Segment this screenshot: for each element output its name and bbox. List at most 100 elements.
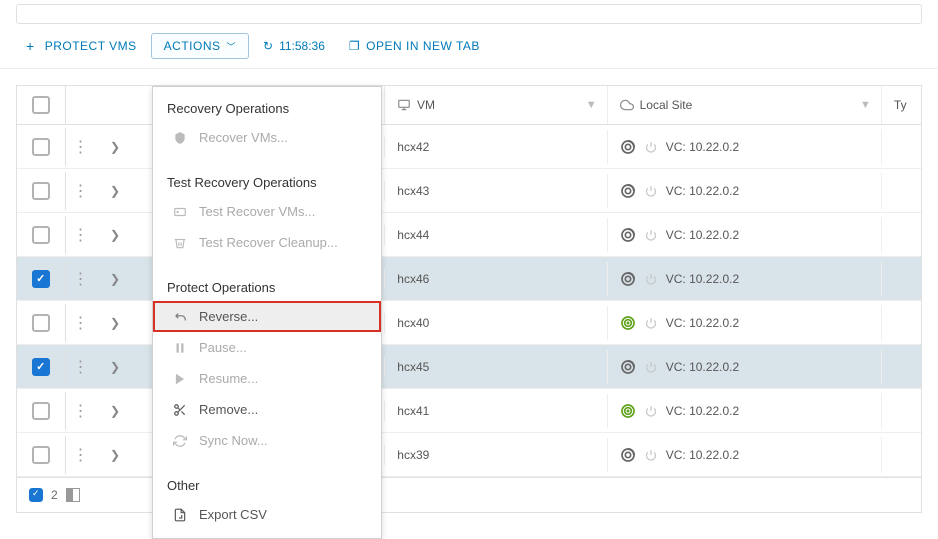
refresh-icon: ↻ (263, 39, 273, 53)
row-local-site: VC: 10.22.0.2 (608, 437, 882, 473)
row-expand-cell[interactable]: ❯ (96, 262, 135, 296)
dropdown-item-cut[interactable]: Remove... (153, 394, 381, 425)
dropdown-item-undo[interactable]: Reverse... (153, 301, 381, 332)
row-menu-cell[interactable]: ⋮ (66, 215, 96, 255)
selection-indicator-icon (29, 488, 43, 502)
dropdown-item-refresh: Sync Now... (153, 425, 381, 456)
cloud-icon (620, 98, 634, 112)
chevron-right-icon[interactable]: ❯ (110, 184, 120, 198)
column-toggle-button[interactable] (66, 488, 80, 502)
row-expand-cell[interactable]: ❯ (96, 174, 135, 208)
sync-status-icon (620, 315, 636, 331)
dropdown-item-export[interactable]: Export CSV (153, 499, 381, 530)
refresh-icon (171, 434, 189, 448)
cut-icon (171, 403, 189, 417)
kebab-icon[interactable]: ⋮ (73, 225, 89, 245)
chevron-right-icon[interactable]: ❯ (110, 404, 120, 418)
filter-icon[interactable]: ▼ (586, 99, 597, 111)
power-icon (644, 272, 658, 286)
row-type-cell (882, 137, 921, 157)
protect-vms-button[interactable]: + PROTECT VMS (16, 32, 147, 60)
header-checkbox-cell[interactable] (17, 86, 66, 124)
header-vm[interactable]: VM ▼ (385, 86, 608, 124)
refresh-time[interactable]: ↻ 11:58:36 (253, 33, 335, 59)
row-checkbox-cell[interactable] (17, 172, 66, 210)
dropdown-item-label: Resume... (199, 371, 258, 386)
dropdown-section: OtherExport CSV (153, 464, 381, 538)
select-all-checkbox[interactable] (32, 96, 50, 114)
dropdown-item-label: Remove... (199, 402, 258, 417)
vm-table: VM ▼ Local Site ▼ Ty ⋮❯hcx42VC: 10.22.0.… (16, 85, 922, 513)
row-checkbox-cell[interactable] (17, 216, 66, 254)
actions-dropdown-menu: Recovery OperationsRecover VMs... Test Re… (152, 86, 382, 539)
sync-status-icon (620, 271, 636, 287)
sync-status-icon (620, 183, 636, 199)
row-menu-cell[interactable]: ⋮ (66, 127, 96, 167)
chevron-right-icon[interactable]: ❯ (110, 448, 120, 462)
row-expand-cell[interactable]: ❯ (96, 438, 135, 472)
dropdown-section: Recovery OperationsRecover VMs... (153, 87, 381, 161)
row-checkbox-cell[interactable] (17, 128, 66, 166)
row-vm-name: hcx43 (385, 174, 607, 208)
dropdown-item-label: Reverse... (199, 309, 258, 324)
row-checkbox[interactable] (32, 446, 50, 464)
row-expand-cell[interactable]: ❯ (96, 218, 135, 252)
chevron-right-icon[interactable]: ❯ (110, 316, 120, 330)
chevron-right-icon[interactable]: ❯ (110, 140, 120, 154)
row-checkbox-cell[interactable] (17, 392, 66, 430)
row-checkbox[interactable] (32, 358, 50, 376)
kebab-icon[interactable]: ⋮ (73, 137, 89, 157)
kebab-icon[interactable]: ⋮ (73, 313, 89, 333)
kebab-icon[interactable]: ⋮ (73, 401, 89, 421)
row-vm-name: hcx44 (385, 218, 607, 252)
row-checkbox-cell[interactable] (17, 260, 66, 298)
row-checkbox[interactable] (32, 138, 50, 156)
row-expand-cell[interactable]: ❯ (96, 306, 135, 340)
row-menu-cell[interactable]: ⋮ (66, 435, 96, 475)
row-vm-name: hcx46 (385, 262, 607, 296)
dropdown-item-label: Test Recover Cleanup... (199, 235, 338, 250)
header-type[interactable]: Ty (882, 86, 921, 124)
row-type-cell (882, 225, 921, 245)
row-checkbox[interactable] (32, 314, 50, 332)
row-expand-cell[interactable]: ❯ (96, 350, 135, 384)
chevron-right-icon[interactable]: ❯ (110, 272, 120, 286)
row-checkbox[interactable] (32, 402, 50, 420)
power-icon (644, 360, 658, 374)
row-checkbox[interactable] (32, 182, 50, 200)
kebab-icon[interactable]: ⋮ (73, 269, 89, 289)
filter-icon[interactable]: ▼ (860, 99, 871, 111)
row-local-site: VC: 10.22.0.2 (608, 305, 882, 341)
row-checkbox[interactable] (32, 270, 50, 288)
row-checkbox-cell[interactable] (17, 304, 66, 342)
row-expand-cell[interactable]: ❯ (96, 130, 135, 164)
sync-status-icon (620, 403, 636, 419)
row-local-site: VC: 10.22.0.2 (608, 173, 882, 209)
chevron-right-icon[interactable]: ❯ (110, 360, 120, 374)
row-menu-cell[interactable]: ⋮ (66, 391, 96, 431)
kebab-icon[interactable]: ⋮ (73, 181, 89, 201)
row-checkbox-cell[interactable] (17, 348, 66, 386)
kebab-icon[interactable]: ⋮ (73, 357, 89, 377)
dropdown-section-header: Other (153, 472, 381, 499)
kebab-icon[interactable]: ⋮ (73, 445, 89, 465)
dropdown-item-label: Recover VMs... (199, 130, 288, 145)
open-new-tab-button[interactable]: ❐ OPEN IN NEW TAB (339, 33, 490, 59)
row-checkbox-cell[interactable] (17, 436, 66, 474)
chevron-right-icon[interactable]: ❯ (110, 228, 120, 242)
row-menu-cell[interactable]: ⋮ (66, 259, 96, 299)
header-type-label: Ty (894, 98, 907, 112)
header-local-site[interactable]: Local Site ▼ (608, 86, 882, 124)
local-site-text: VC: 10.22.0.2 (666, 140, 739, 154)
row-expand-cell[interactable]: ❯ (96, 394, 135, 428)
dropdown-item-pause: Pause... (153, 332, 381, 363)
row-checkbox[interactable] (32, 226, 50, 244)
power-icon (644, 228, 658, 242)
row-menu-cell[interactable]: ⋮ (66, 303, 96, 343)
actions-dropdown-button[interactable]: ACTIONS ﹀ (151, 33, 249, 59)
dropdown-section-header: Protect Operations (153, 274, 381, 301)
row-menu-cell[interactable]: ⋮ (66, 171, 96, 211)
power-icon (644, 140, 658, 154)
local-site-text: VC: 10.22.0.2 (666, 448, 739, 462)
row-menu-cell[interactable]: ⋮ (66, 347, 96, 387)
